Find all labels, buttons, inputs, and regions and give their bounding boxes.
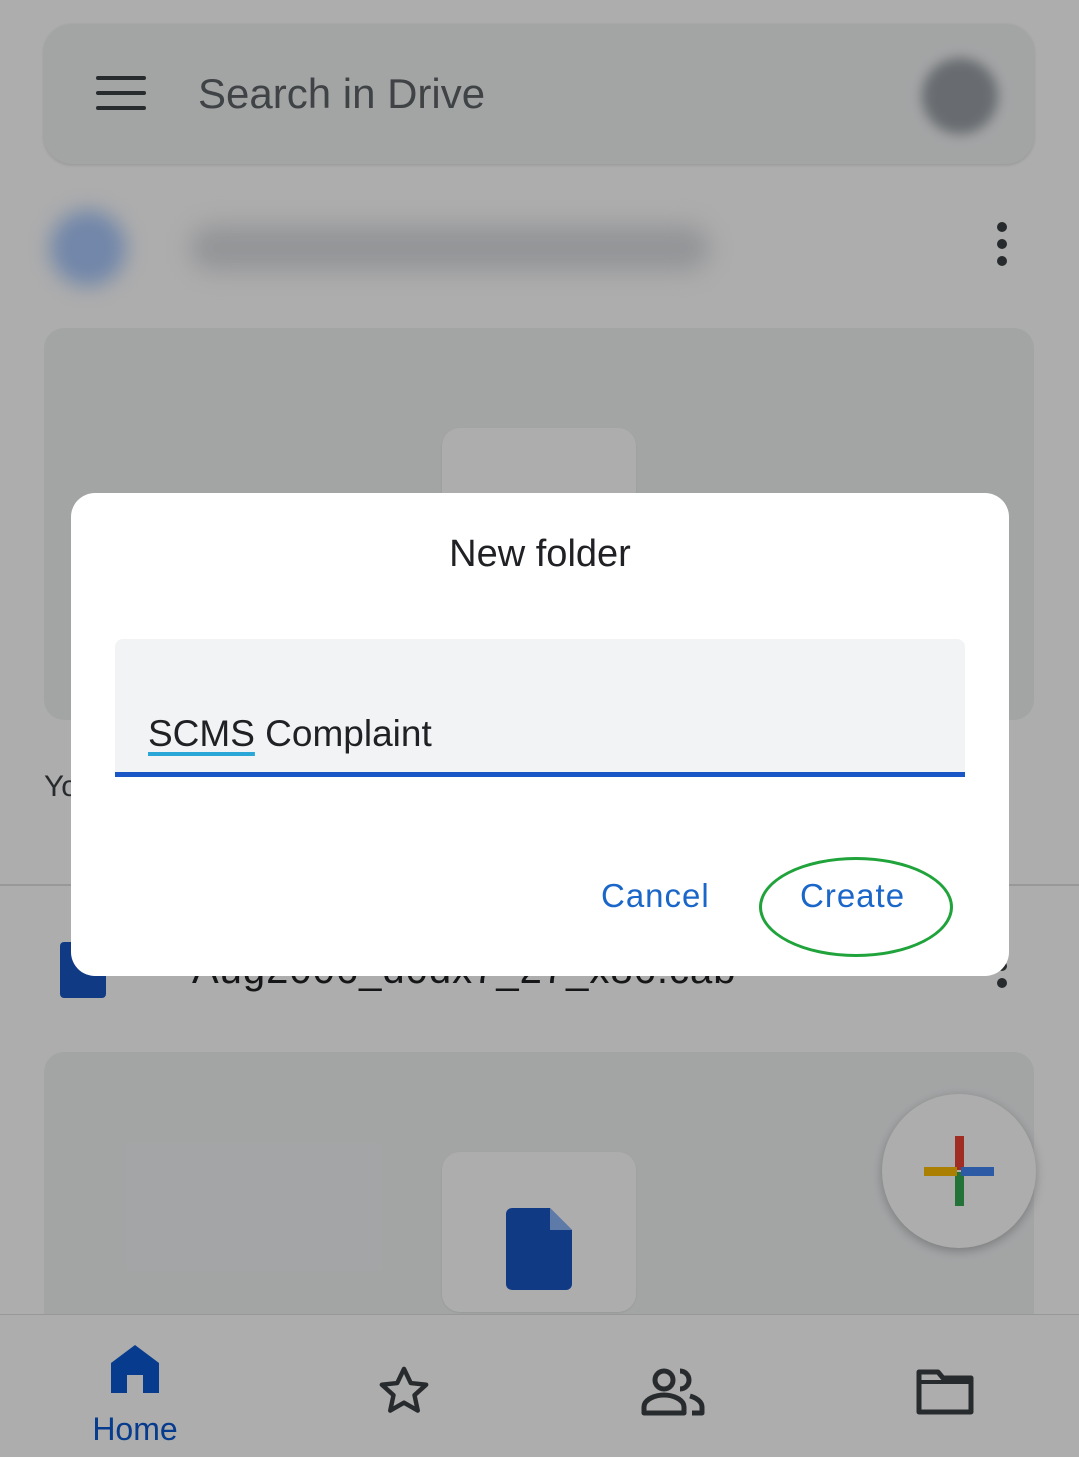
folder-name-input[interactable]: SCMS Complaint (115, 639, 965, 777)
folder-name-rest: Complaint (254, 713, 432, 754)
input-underline (115, 772, 965, 777)
cancel-button[interactable]: Cancel (601, 877, 710, 915)
folder-name-value[interactable]: SCMS Complaint (148, 713, 432, 755)
spellcheck-word: SCMS (148, 713, 255, 754)
new-folder-dialog: New folder SCMS Complaint Cancel Create (71, 493, 1009, 976)
dialog-title: New folder (449, 533, 631, 575)
create-highlight-annotation (759, 857, 953, 957)
